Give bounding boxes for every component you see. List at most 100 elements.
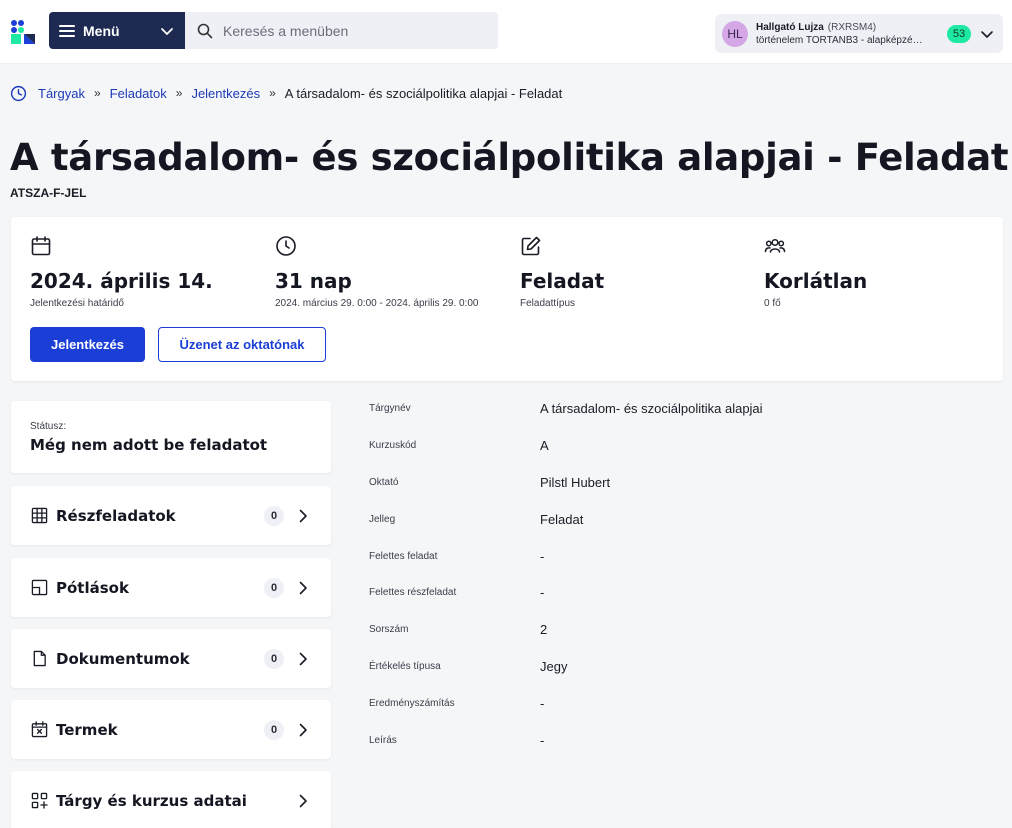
detail-value: A társadalom- és szociálpolitika alapjai bbox=[540, 401, 763, 416]
search-icon bbox=[197, 23, 213, 38]
detail-row: Kurzuskód A bbox=[369, 436, 969, 473]
type-value: Feladat bbox=[520, 269, 605, 293]
avatar: HL bbox=[722, 20, 748, 47]
nav-card-title: Részfeladatok bbox=[56, 506, 176, 525]
search-input[interactable] bbox=[223, 22, 486, 39]
apps-add-icon bbox=[31, 792, 48, 809]
notification-badge[interactable]: 53 bbox=[947, 24, 971, 43]
deadline-label: Jelentkezési határidő bbox=[30, 298, 124, 309]
menu-button[interactable]: Menü bbox=[49, 12, 185, 49]
detail-value: Feladat bbox=[540, 511, 584, 527]
nav-card-targy-kurzus-adatai[interactable]: Tárgy és kurzus adatai bbox=[11, 771, 331, 828]
detail-row: Felettes feladat - bbox=[369, 547, 969, 584]
history-icon[interactable] bbox=[10, 85, 27, 102]
task-details: Tárgynév A társadalom- és szociálpolitika… bbox=[369, 399, 969, 768]
capacity-value: Korlátlan bbox=[764, 269, 868, 293]
detail-key: Jelleg bbox=[369, 513, 396, 525]
detail-key: Leírás bbox=[369, 735, 397, 747]
chevron-down-icon bbox=[161, 27, 173, 35]
breadcrumb: Tárgyak » Feladatok » Jelentkezés » A tá… bbox=[10, 84, 562, 102]
detail-value: - bbox=[540, 548, 545, 564]
deadline-value: 2024. április 14. bbox=[30, 269, 213, 293]
hamburger-icon bbox=[59, 24, 75, 37]
nav-card-title: Dokumentumok bbox=[56, 649, 190, 668]
top-header: Menü HL Hallgató Lujza(RXRSM4) történele… bbox=[0, 0, 1012, 64]
detail-key: Felettes részfeladat bbox=[369, 587, 457, 599]
detail-row: Jelleg Feladat bbox=[369, 510, 969, 547]
count-badge: 0 bbox=[264, 648, 284, 669]
calendar-x-icon bbox=[31, 721, 48, 738]
detail-value: - bbox=[540, 733, 545, 749]
detail-key: Eredményszámítás bbox=[369, 698, 455, 710]
detail-key: Oktató bbox=[369, 476, 399, 488]
breadcrumb-separator-icon: » bbox=[175, 86, 183, 100]
app-logo-icon[interactable] bbox=[10, 19, 36, 45]
task-code: ATSZA-F-JEL bbox=[10, 186, 87, 200]
nav-card-reszfeladatok[interactable]: Részfeladatok 0 bbox=[11, 486, 331, 545]
chevron-right-icon bbox=[299, 581, 307, 594]
detail-key: Sorszám bbox=[369, 624, 409, 636]
duration-value: 31 nap bbox=[275, 269, 352, 293]
users-icon bbox=[764, 238, 786, 253]
breadcrumb-link-jelentkezes[interactable]: Jelentkezés bbox=[191, 86, 260, 101]
user-program: történelem TORTANB3 - alapképzés (BA/... bbox=[756, 34, 924, 46]
nav-card-title: Tárgy és kurzus adatai bbox=[56, 791, 247, 810]
clock-icon bbox=[276, 236, 296, 256]
user-name: Hallgató Lujza bbox=[756, 21, 824, 33]
user-info: Hallgató Lujza (RXRSM4) történelem TORTAN… bbox=[756, 21, 947, 47]
chevron-right-icon bbox=[299, 652, 307, 665]
type-label: Feladattípus bbox=[520, 298, 576, 309]
detail-value: 2 bbox=[540, 622, 548, 638]
menu-label: Menü bbox=[83, 22, 120, 39]
breadcrumb-current: A társadalom- és szociálpolitika alapjai… bbox=[284, 85, 563, 101]
user-code: (RXRSM4) bbox=[827, 21, 877, 33]
detail-value: Jegy bbox=[540, 659, 568, 675]
replace-icon bbox=[31, 579, 48, 596]
chevron-right-icon bbox=[299, 723, 307, 736]
chevron-right-icon bbox=[299, 794, 307, 807]
detail-row: Tárgynév A társadalom- és szociálpolitika… bbox=[369, 399, 969, 436]
menu-search bbox=[185, 12, 498, 49]
detail-key: Tárgynév bbox=[369, 403, 411, 414]
detail-value: Pilstl Hubert bbox=[540, 474, 611, 490]
detail-row: Felettes részfeladat - bbox=[369, 583, 969, 620]
grid-icon bbox=[31, 507, 48, 524]
status-card: Státusz: Még nem adott be feladatot bbox=[11, 401, 331, 473]
apply-button[interactable]: Jelentkezés bbox=[30, 327, 145, 362]
detail-key: Felettes feladat bbox=[369, 550, 438, 562]
nav-card-title: Pótlások bbox=[56, 578, 129, 597]
breadcrumb-link-targyak[interactable]: Tárgyak bbox=[38, 86, 85, 101]
status-value: Még nem adott be feladatot bbox=[30, 436, 268, 454]
capacity-label: 0 fő bbox=[764, 298, 781, 309]
type-block: Feladat Feladattípus bbox=[520, 235, 604, 309]
count-badge: 0 bbox=[264, 505, 284, 526]
detail-row: Leírás - bbox=[369, 731, 969, 768]
page-title: A társadalom- és szociálpolitika alapjai… bbox=[10, 136, 1009, 179]
nav-card-potlasok[interactable]: Pótlások 0 bbox=[11, 558, 331, 617]
duration-block: 31 nap 2024. március 29. 0:00 - 2024. áp… bbox=[275, 235, 478, 309]
edit-icon bbox=[521, 236, 541, 256]
task-summary-card: 2024. április 14. Jelentkezési határidő … bbox=[11, 217, 1003, 381]
chevron-down-icon bbox=[981, 30, 993, 38]
duration-label: 2024. március 29. 0:00 - 2024. április 2… bbox=[275, 298, 479, 309]
detail-key: Kurzuskód bbox=[369, 439, 417, 451]
detail-row: Értékelés típusa Jegy bbox=[369, 657, 969, 694]
calendar-icon bbox=[31, 236, 51, 256]
detail-row: Sorszám 2 bbox=[369, 620, 969, 657]
count-badge: 0 bbox=[264, 577, 284, 598]
breadcrumb-link-feladatok[interactable]: Feladatok bbox=[110, 86, 167, 101]
nav-card-termek[interactable]: Termek 0 bbox=[11, 700, 331, 759]
detail-value: - bbox=[540, 696, 545, 712]
message-teacher-button[interactable]: Üzenet az oktatónak bbox=[158, 327, 326, 362]
detail-row: Eredményszámítás - bbox=[369, 694, 969, 731]
user-switcher[interactable]: HL Hallgató Lujza (RXRSM4) történelem TOR… bbox=[715, 14, 1003, 53]
nav-card-dokumentumok[interactable]: Dokumentumok 0 bbox=[11, 629, 331, 688]
nav-card-title: Termek bbox=[56, 720, 118, 739]
detail-key: Értékelés típusa bbox=[369, 661, 441, 673]
breadcrumb-separator-icon: » bbox=[93, 86, 101, 100]
count-badge: 0 bbox=[264, 719, 284, 740]
detail-row: Oktató Pilstl Hubert bbox=[369, 473, 969, 510]
chevron-right-icon bbox=[299, 509, 307, 522]
detail-value: A bbox=[540, 437, 549, 453]
detail-value: - bbox=[540, 585, 545, 601]
